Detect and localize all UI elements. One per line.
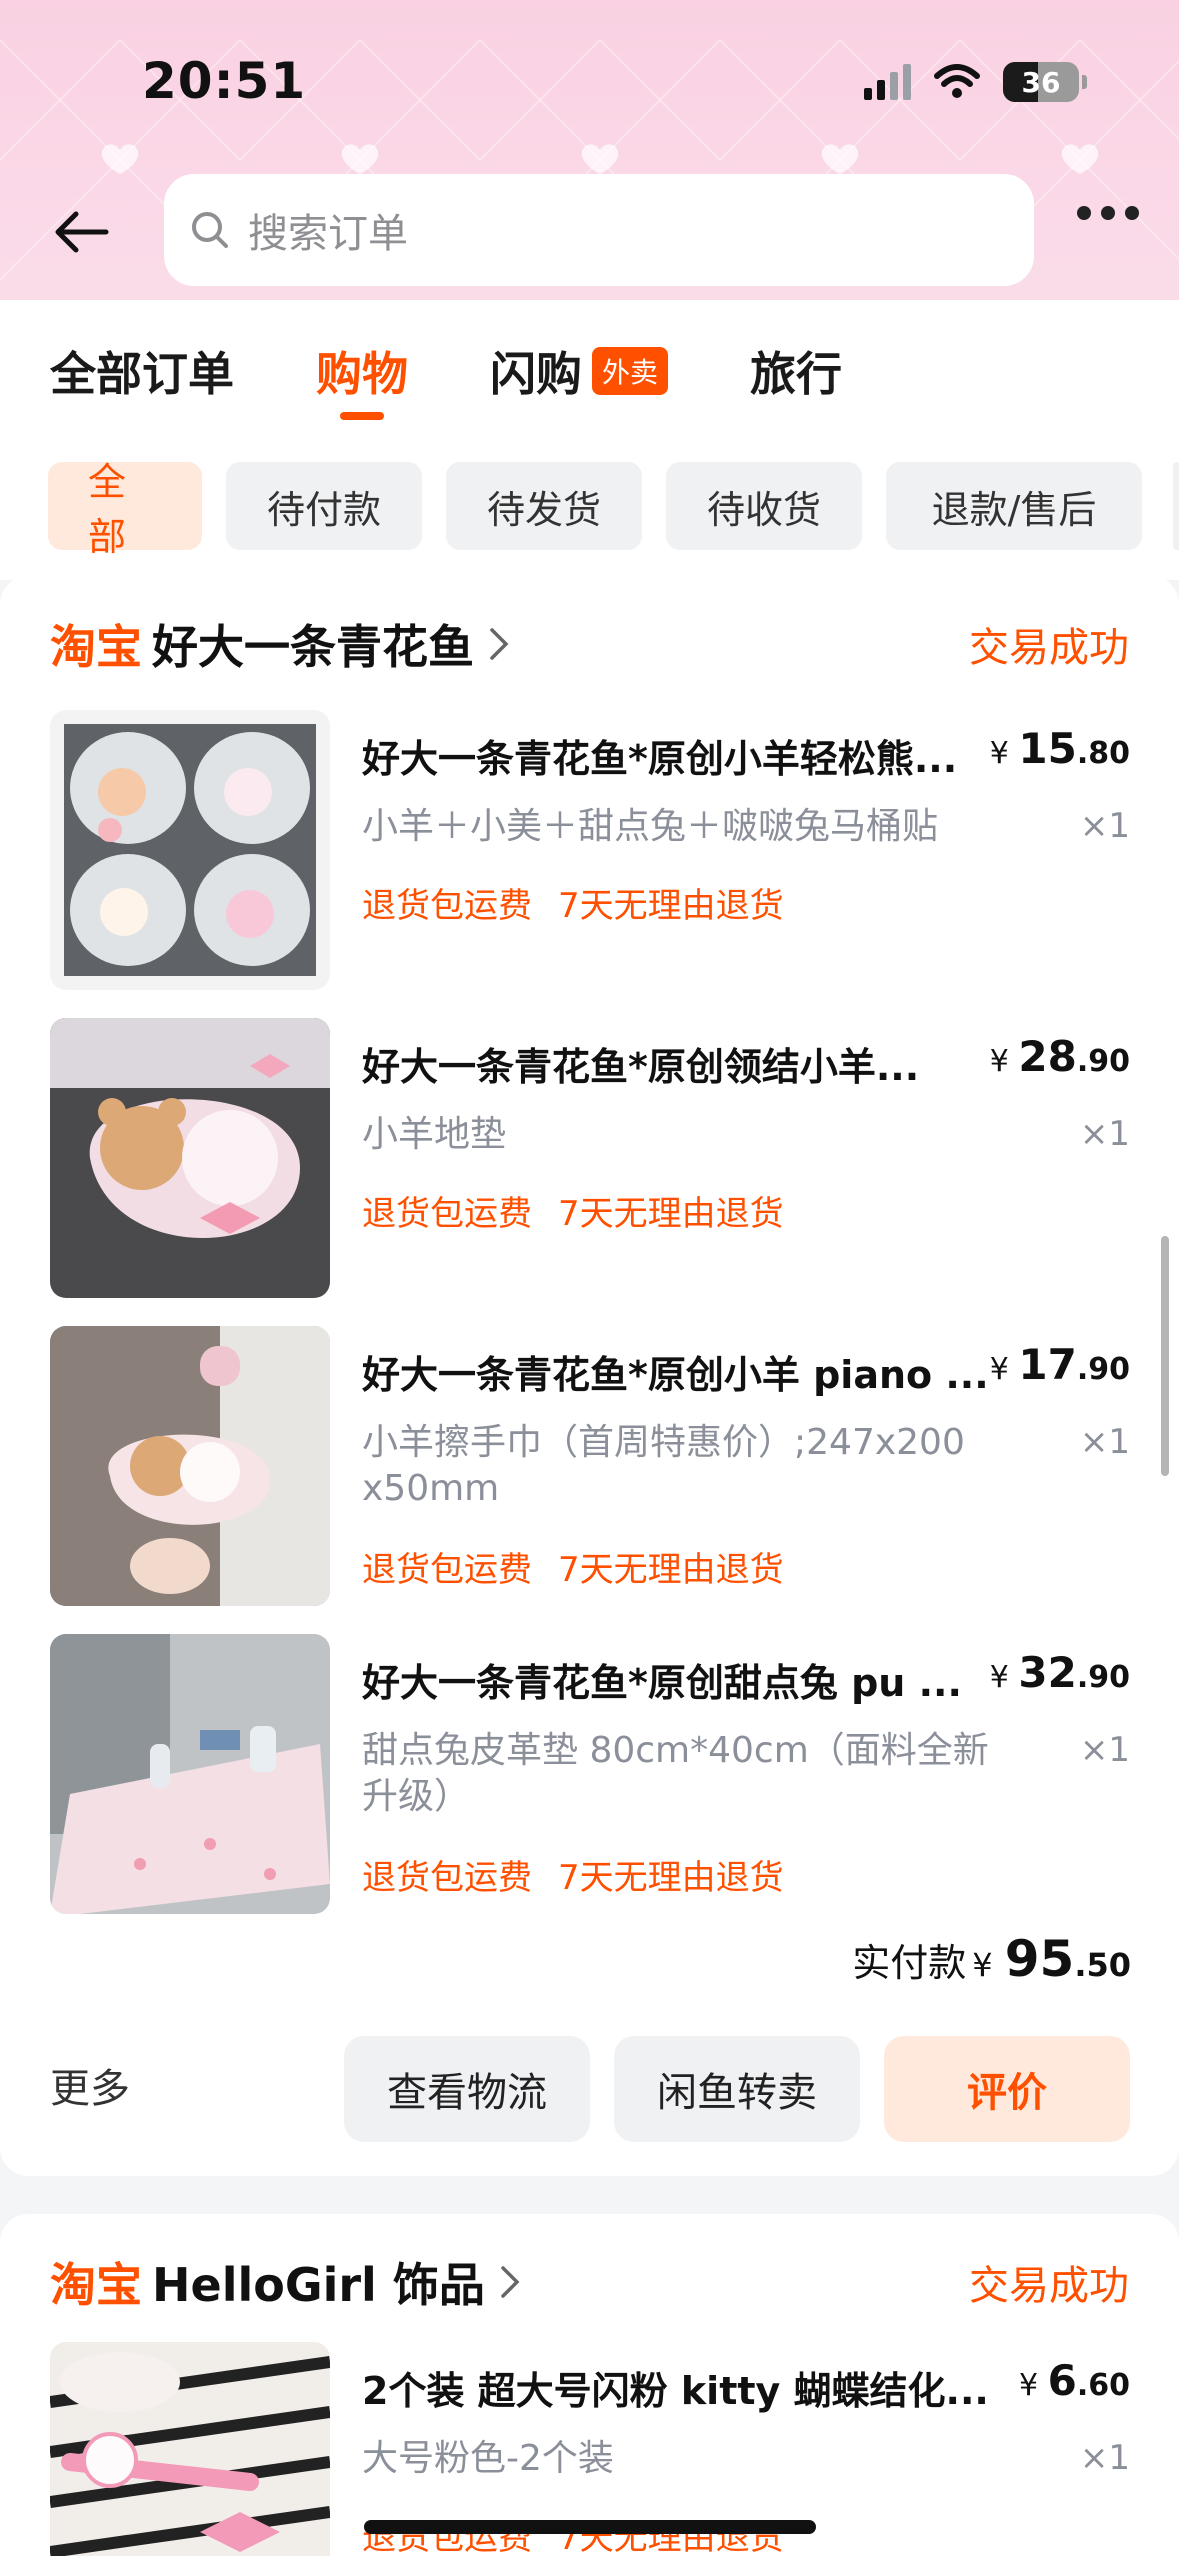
product-image [50,1018,330,1298]
filter-pending-receipt[interactable]: 待收货 [666,462,862,550]
return-shipping-tag: 退货包运费 [362,1550,532,1590]
tab-flash-buy[interactable]: 闪购 外卖 [490,338,669,404]
order-card[interactable]: 淘宝 好大一条青花鱼 交易成功 好大一条青花鱼*原创小羊轻松熊... ¥ 15.… [0,576,1179,2176]
wifi-icon [934,64,980,98]
seven-day-return-tag: 7天无理由退货 [558,1194,784,1234]
filter-pending-payment[interactable]: 待付款 [226,462,422,550]
view-logistics-button[interactable]: 查看物流 [344,2036,590,2142]
cellular-signal-icon [864,64,911,100]
return-shipping-tag: 退货包运费 [362,886,532,926]
more-actions-link[interactable]: 更多 [50,2056,130,2114]
back-arrow-icon [55,211,109,253]
order-tabs-section: 全部订单 购物 闪购 外卖 旅行 全部 待付款 待发货 待收货 退款/售后 [0,300,1179,580]
service-tags: 退货包运费 7天无理由退货 [362,878,810,927]
product-price: ¥ 6.60 [1018,2356,1130,2405]
idle-fish-resell-button[interactable]: 闲鱼转卖 [614,2036,860,2142]
tab-shopping[interactable]: 购物 [316,338,408,420]
product-title: 好大一条青花鱼*原创小羊 piano ... [362,1353,989,1397]
product-title: 好大一条青花鱼*原创甜点兔 pu ... [362,1661,962,1705]
product-price: ¥ 17.90 [989,1340,1130,1389]
product-image [50,1326,330,1606]
shop-name: HelloGirl 饰品 [152,2258,485,2312]
filter-pending-shipment[interactable]: 待发货 [446,462,642,550]
tab-travel[interactable]: 旅行 [750,338,842,404]
scrollbar[interactable] [1161,1236,1169,1476]
product-price: ¥ 32.90 [989,1648,1130,1697]
status-time: 20:51 [142,52,307,110]
search-placeholder: 搜索订单 [248,211,408,257]
battery-level: 36 [1021,65,1061,99]
seven-day-return-tag: 7天无理由退货 [558,886,784,926]
order-item[interactable]: 好大一条青花鱼*原创甜点兔 pu ... ¥ 32.90 甜点兔皮革垫 80cm… [50,1634,1130,1914]
order-status: 交易成功 [969,2263,1129,2309]
order-item[interactable]: 好大一条青花鱼*原创小羊轻松熊... ¥ 15.80 小羊＋小美＋甜点兔＋啵啵兔… [50,710,1130,990]
product-price: ¥ 28.90 [989,1032,1130,1081]
order-status: 交易成功 [969,625,1129,671]
product-quantity: ×1 [1079,1114,1130,1154]
status-icons: 36 [864,62,1087,102]
search-input[interactable]: 搜索订单 [164,174,1034,286]
shop-header[interactable]: 淘宝 HelloGirl 饰品 交易成功 [50,2252,1129,2312]
product-price: ¥ 15.80 [989,724,1130,773]
product-spec: 大号粉色-2个装 [362,2438,614,2479]
filter-chips: 全部 待付款 待发货 待收货 退款/售后 [48,460,1142,559]
header: 20:51 36 搜索订单 [0,0,1179,300]
filter-all[interactable]: 全部 [48,460,202,559]
chevron-right-icon [490,628,509,660]
more-options-button[interactable] [1077,206,1139,220]
tab-flash-buy-label: 闪购 [490,347,582,401]
taobao-brand-label: 淘宝 [50,620,142,674]
service-tags: 退货包运费 7天无理由退货 [362,1186,810,1235]
takeout-badge: 外卖 [592,347,669,395]
taobao-brand-label: 淘宝 [50,2258,142,2312]
product-image [50,710,330,990]
product-image [50,1634,330,1914]
product-spec: 小羊＋小美＋甜点兔＋啵啵兔马桶贴 [362,806,939,847]
product-title: 好大一条青花鱼*原创领结小羊... [362,1045,920,1089]
search-icon [192,212,228,248]
filter-refund-aftersale[interactable]: 退款/售后 [886,462,1142,550]
return-shipping-tag: 退货包运费 [362,1858,532,1898]
product-title: 2个装 超大号闪粉 kitty 蝴蝶结化... [362,2369,989,2413]
battery-icon: 36 [1003,62,1087,102]
review-button[interactable]: 评价 [884,2036,1130,2142]
order-card[interactable]: 淘宝 HelloGirl 饰品 交易成功 2个装 超大号闪粉 kitty 蝴蝶结… [0,2214,1179,2556]
product-spec: 小羊擦手巾（首周特惠价）;247x200 x50mm [362,1422,965,1509]
service-tags: 退货包运费 7天无理由退货 [362,1850,810,1899]
order-tabs: 全部订单 购物 闪购 外卖 旅行 [50,338,924,420]
product-image [50,2342,330,2556]
order-item[interactable]: 好大一条青花鱼*原创领结小羊... ¥ 28.90 小羊地垫 ×1 退货包运费 7… [50,1018,1130,1298]
product-quantity: ×1 [1079,806,1130,846]
service-tags: 退货包运费 7天无理由退货 [362,1542,810,1591]
total-label: 实付款 [852,1941,967,1985]
chevron-right-icon [501,2266,520,2298]
seven-day-return-tag: 7天无理由退货 [558,1858,784,1898]
filter-chip-overflow [1173,462,1179,550]
order-item[interactable]: 好大一条青花鱼*原创小羊 piano ... ¥ 17.90 小羊擦手巾（首周特… [50,1326,1130,1606]
product-spec: 甜点兔皮革垫 80cm*40cm（面料全新升级） [362,1730,989,1817]
seven-day-return-tag: 7天无理由退货 [558,1550,784,1590]
tab-all-orders[interactable]: 全部订单 [50,338,234,404]
home-indicator[interactable] [364,2520,816,2534]
product-title: 好大一条青花鱼*原创小羊轻松熊... [362,737,958,781]
order-total: 实付款 ¥ 95.50 [852,1930,1131,1988]
shop-name: 好大一条青花鱼 [152,620,474,674]
product-quantity: ×1 [1079,1730,1130,1770]
return-shipping-tag: 退货包运费 [362,1194,532,1234]
shop-header[interactable]: 淘宝 好大一条青花鱼 交易成功 [50,614,1129,674]
product-quantity: ×1 [1079,2438,1130,2478]
product-quantity: ×1 [1079,1422,1130,1462]
product-spec: 小羊地垫 [362,1114,507,1155]
back-button[interactable] [50,200,114,264]
